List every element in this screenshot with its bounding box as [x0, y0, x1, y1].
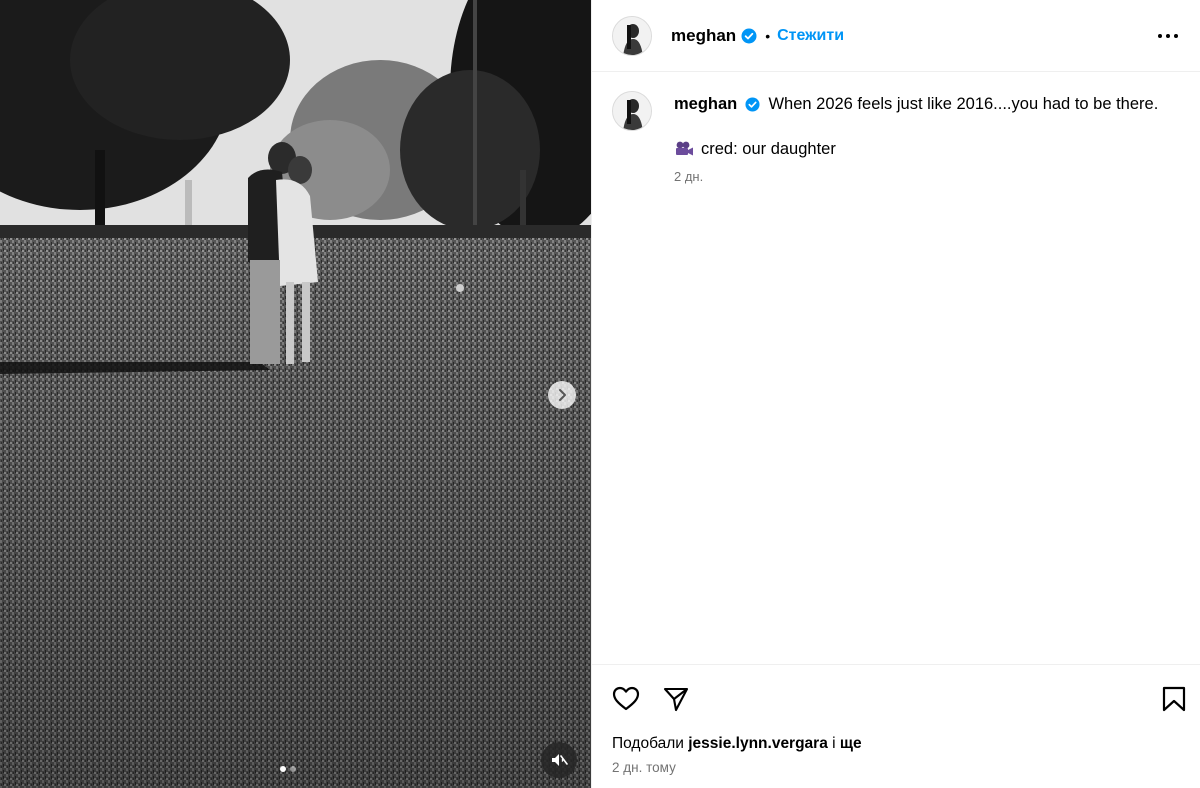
muted-speaker-icon	[552, 754, 568, 766]
likes-conjunction: і	[832, 735, 836, 752]
caption-credit: cred: our daughter	[701, 140, 836, 158]
verified-badge-icon	[741, 28, 757, 43]
caption-username[interactable]: meghan	[674, 95, 737, 113]
heart-icon[interactable]	[612, 685, 640, 713]
share-icon[interactable]	[662, 685, 690, 713]
likes-summary: Подобали jessie.lynn.vergara і ще	[612, 735, 862, 753]
caption-timestamp[interactable]: 2 дн.	[674, 169, 1180, 184]
post-timestamp[interactable]: 2 дн. тому	[612, 760, 676, 775]
post-media[interactable]	[0, 0, 591, 788]
carousel-dot	[290, 766, 296, 772]
follow-button[interactable]: Стежити	[777, 27, 844, 45]
verified-badge-icon	[745, 97, 760, 112]
avatar[interactable]	[612, 15, 652, 56]
carousel-indicator	[280, 766, 296, 772]
next-slide-button[interactable]	[548, 381, 576, 409]
post-actions: Подобали jessie.lynn.vergara і ще 2 дн. …	[592, 664, 1200, 788]
bookmark-icon[interactable]	[1160, 685, 1188, 713]
caption-avatar[interactable]	[612, 91, 652, 131]
likes-user-link[interactable]: jessie.lynn.vergara	[688, 735, 828, 752]
post-caption: meghan When 2026 feels just like 2016...…	[612, 91, 1180, 184]
avatar-image	[613, 92, 651, 130]
more-options-icon[interactable]	[1156, 24, 1180, 48]
caption-text: When 2026 feels just like 2016....you ha…	[768, 95, 1159, 113]
likes-prefix: Подобали	[612, 735, 684, 752]
avatar-image	[613, 16, 651, 55]
mute-toggle-button[interactable]	[541, 742, 577, 778]
post-header: meghan • Стежити	[592, 0, 1200, 72]
post-details-panel: meghan • Стежити meghan When 2026 feels …	[591, 0, 1200, 788]
chevron-right-icon	[559, 389, 566, 401]
likes-more-link[interactable]: ще	[840, 735, 862, 752]
movie-camera-icon	[676, 141, 693, 156]
separator-dot: •	[765, 27, 771, 44]
carousel-dot-active	[280, 766, 286, 772]
header-username[interactable]: meghan	[671, 26, 736, 46]
post-photo	[0, 0, 591, 788]
